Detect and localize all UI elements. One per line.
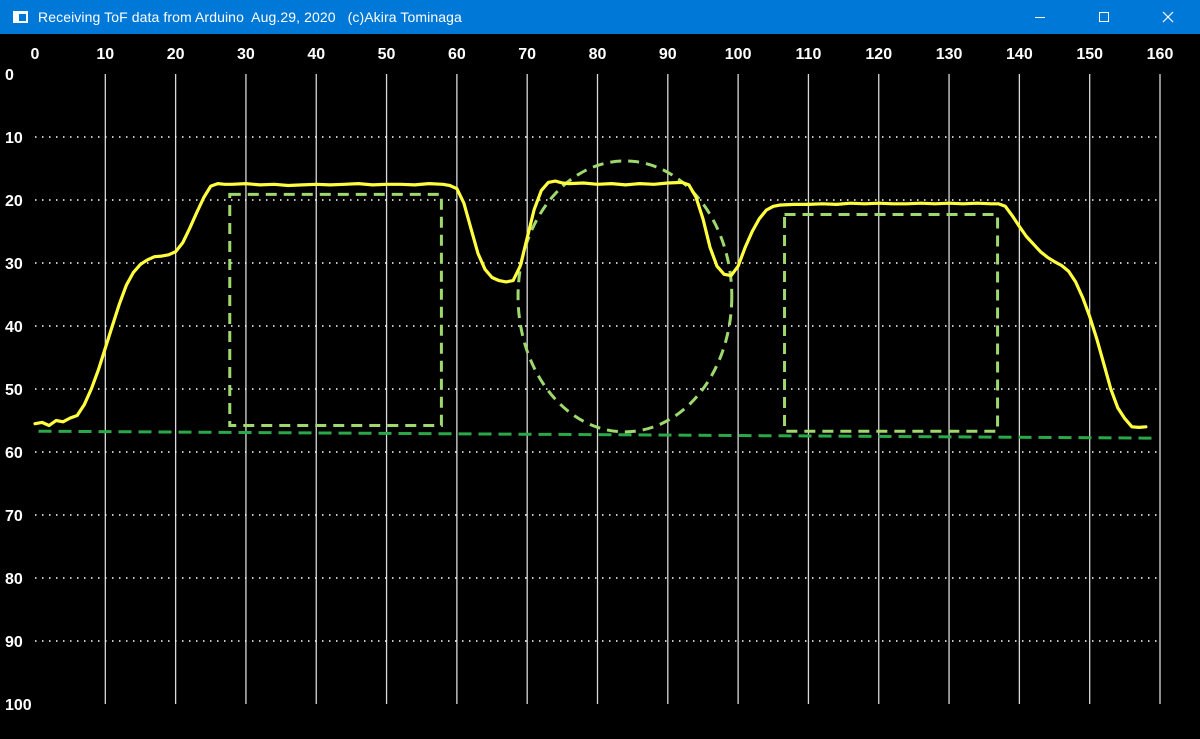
- app-window-icon: [13, 11, 28, 23]
- x-tick-label: 100: [725, 46, 752, 63]
- tof-plot-area: 0 10 20 30 40 50 60 70 80 90 100 110 120 130 140 150 160…: [0, 34, 1200, 739]
- x-tick-label: 60: [448, 46, 466, 63]
- series-line-0: [33, 179, 1148, 429]
- x-tick-label: 110: [796, 46, 822, 63]
- x-tick-label: 140: [1006, 46, 1033, 63]
- x-tick-label: 90: [659, 46, 677, 63]
- x-tick-label: 160: [1147, 46, 1174, 63]
- x-tick-label: 80: [589, 46, 607, 63]
- window-title: Receiving ToF data from Arduino Aug.29, …: [38, 9, 462, 25]
- maximize-icon: [1099, 12, 1109, 22]
- x-tick-label: 40: [307, 46, 325, 63]
- x-tick-label: 20: [167, 46, 185, 63]
- y-tick-label: 60: [5, 445, 23, 462]
- y-tick-label: 90: [5, 634, 23, 651]
- x-tick-label: 70: [518, 46, 536, 63]
- minimize-icon: [1035, 17, 1045, 18]
- close-button[interactable]: [1136, 0, 1200, 34]
- y-tick-label: 50: [5, 382, 23, 399]
- x-tick-label: 130: [936, 46, 963, 63]
- x-tick-label: 150: [1076, 46, 1103, 63]
- x-tick-labels: 0 10 20 30 40 50 60 70 80 90 100 110 120 130 140 150 160: [31, 46, 1174, 63]
- x-tick-label: 10: [96, 46, 114, 63]
- title-bar[interactable]: Receiving ToF data from Arduino Aug.29, …: [0, 0, 1200, 34]
- y-tick-label: 20: [5, 193, 23, 210]
- y-tick-label: 100: [5, 697, 32, 714]
- x-tick-label: 120: [865, 46, 892, 63]
- x-tick-label: 30: [237, 46, 255, 63]
- y-tick-label: 0: [5, 67, 14, 84]
- app-window: Receiving ToF data from Arduino Aug.29, …: [0, 0, 1200, 739]
- series-layer: [33, 179, 1148, 429]
- y-tick-label: 70: [5, 508, 23, 525]
- dashed-ellipse-annotation: [516, 159, 734, 434]
- x-tick-label: 50: [378, 46, 396, 63]
- maximize-button[interactable]: [1072, 0, 1136, 34]
- close-icon: [1162, 11, 1174, 23]
- y-tick-label: 30: [5, 256, 23, 273]
- x-tick-label: 0: [31, 46, 40, 63]
- y-tick-label: 80: [5, 571, 23, 588]
- dashed-rect-annotation: [228, 192, 443, 428]
- dashed-rect-annotation: [783, 212, 1000, 433]
- y-tick-labels: 0 10 20 30 40 50 60 70 80 90 100: [5, 67, 32, 714]
- minimize-button[interactable]: [1008, 0, 1072, 34]
- window-controls: [1008, 0, 1200, 34]
- tof-distance-chart: 0 10 20 30 40 50 60 70 80 90 100 110 120 130 140 150 160…: [5, 46, 1174, 714]
- y-tick-label: 10: [5, 130, 23, 147]
- y-tick-label: 40: [5, 319, 23, 336]
